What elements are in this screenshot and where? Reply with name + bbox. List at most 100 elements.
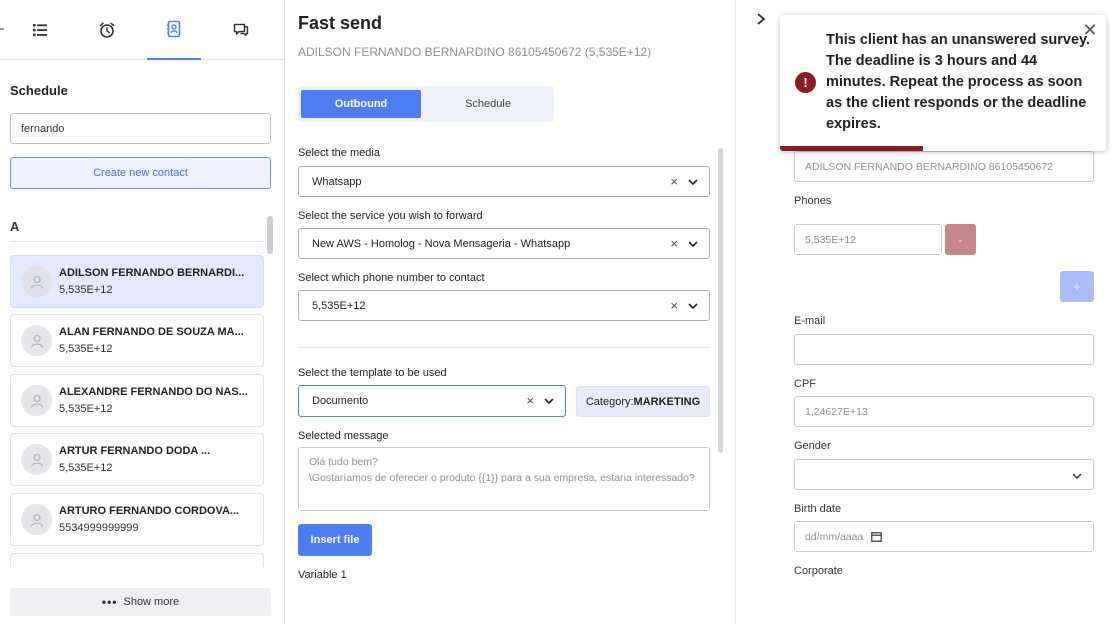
service-value: New AWS - Homolog - Nova Mensageria - Wh…: [312, 238, 571, 250]
template-label: Select the template to be used: [298, 367, 447, 379]
fast-send-panel: Fast send ADILSON FERNANDO BERNARDINO 86…: [286, 0, 736, 624]
nav-chat-button[interactable]: [214, 0, 268, 60]
contact-name: ADILSON FERNANDO BERNARDI...: [59, 267, 245, 279]
calendar-icon[interactable]: [871, 531, 883, 542]
template-select[interactable]: Documento ×: [298, 385, 566, 417]
media-value: Whatsapp: [312, 176, 362, 188]
birth-date-label: Birth date: [794, 503, 842, 515]
chevron-down-icon: [688, 303, 698, 310]
chevron-down-icon: [1072, 473, 1082, 480]
template-value: Documento: [312, 395, 369, 407]
clear-icon[interactable]: ×: [670, 236, 678, 251]
contact-phone: 5,535E+12: [59, 403, 113, 415]
contact-item[interactable]: ARTURO FERNANDO CORDOVA... 5534999999999: [10, 493, 264, 546]
media-select[interactable]: Whatsapp ×: [298, 166, 710, 197]
avatar: [21, 266, 52, 297]
contact-list-scrollbar[interactable]: [267, 216, 273, 254]
service-select[interactable]: New AWS - Homolog - Nova Mensageria - Wh…: [298, 228, 710, 259]
app-root: Schedule Create new contact A ADILSON FE…: [0, 0, 1114, 624]
selected-message-label: Selected message: [298, 430, 389, 442]
avatar: [21, 385, 52, 416]
contact-search-input[interactable]: [10, 113, 271, 144]
form-scrollbar[interactable]: [718, 148, 723, 453]
cpf-label: CPF: [794, 378, 816, 390]
more-dots-icon: •••: [101, 595, 118, 609]
phone-number-select[interactable]: 5,535E+12 ×: [298, 290, 710, 321]
chat-bubbles-icon: [233, 23, 249, 37]
clear-icon[interactable]: ×: [670, 298, 678, 313]
phones-label: Phones: [794, 195, 832, 207]
clear-icon[interactable]: ×: [526, 393, 534, 408]
contact-item[interactable]: ALEXANDRE FERNANDO DO NAS... 5,535E+12: [10, 374, 264, 427]
email-label: E-mail: [794, 315, 826, 327]
avatar: [21, 444, 52, 475]
contact-item[interactable]: ALAN FERNANDO DE SOUZA MA... 5,535E+12: [10, 314, 264, 367]
top-navigation: [0, 0, 284, 60]
category-prefix: Category:: [585, 395, 634, 408]
user-icon: [30, 334, 43, 348]
survey-alert-toast: ! This client has an unanswered survey. …: [780, 15, 1106, 151]
user-icon: [30, 394, 43, 408]
contact-name: ALAN FERNANDO DE SOUZA MA...: [59, 326, 244, 338]
insert-file-button[interactable]: Insert file: [298, 524, 372, 556]
chevron-down-icon: [544, 398, 554, 405]
phone-number-label: Select which phone number to contact: [298, 272, 485, 284]
send-mode-tabs: Outbound Schedule: [298, 86, 554, 122]
phone-number-value: 5,535E+12: [312, 300, 366, 312]
service-label: Select the service you wish to forward: [298, 210, 483, 222]
contact-phone: 5,535E+12: [59, 343, 113, 355]
contact-name: ARTURO FERNANDO CORDOVA...: [59, 505, 240, 517]
remove-phone-button[interactable]: -: [945, 224, 976, 255]
user-icon: [30, 453, 43, 467]
birth-date-placeholder: dd/mm/aaaa: [805, 530, 864, 543]
gender-select[interactable]: [794, 459, 1094, 490]
category-badge: Category: MARKETING: [576, 386, 710, 417]
contact-phone: 5534999999999: [59, 522, 139, 534]
tab-schedule[interactable]: Schedule: [428, 90, 548, 118]
phone-field[interactable]: [794, 224, 942, 255]
show-more-label: Show more: [123, 596, 180, 608]
alarm-clock-icon: [99, 22, 115, 38]
create-contact-button[interactable]: Create new contact: [10, 157, 271, 189]
toast-message: This client has an unanswered survey. Th…: [826, 32, 1091, 132]
schedule-title: Schedule: [10, 83, 68, 98]
contact-name-field[interactable]: [794, 151, 1094, 182]
section-letter: A: [10, 219, 20, 234]
contact-name: ALEXANDRE FERNANDO DO NAS...: [59, 386, 248, 398]
user-icon: [30, 513, 43, 527]
category-value: MARKETING: [633, 395, 701, 408]
nav-contacts-button[interactable]: [147, 0, 201, 60]
chevron-down-icon: [688, 179, 698, 186]
contact-item[interactable]: ADILSON FERNANDO BERNARDI... 5,535E+12: [10, 255, 264, 308]
selected-message-textarea[interactable]: Olá tudo bem? \Gostaríamos de oferecer o…: [298, 447, 710, 511]
gender-label: Gender: [794, 440, 831, 452]
contact-name: ARTUR FERNANDO DODA ...: [59, 445, 211, 457]
section-divider: [298, 347, 710, 348]
show-more-button[interactable]: ••• Show more: [10, 588, 271, 616]
birth-date-field[interactable]: dd/mm/aaaa: [794, 521, 1094, 552]
contact-book-icon: [167, 20, 181, 38]
contact-item-partial[interactable]: [10, 553, 264, 567]
toast-progress-bar: [780, 146, 924, 151]
section-divider: [10, 241, 264, 242]
email-field[interactable]: [794, 334, 1094, 365]
add-phone-button[interactable]: +: [1060, 271, 1094, 302]
nav-list-button[interactable]: [13, 0, 67, 60]
contact-item[interactable]: ARTUR FERNANDO DODA ... 5,535E+12: [10, 433, 264, 486]
alert-icon: !: [795, 72, 816, 93]
user-icon: [30, 275, 43, 289]
contact-phone: 5,535E+12: [59, 462, 113, 474]
corporate-label: Corporate: [794, 565, 843, 577]
page-title: Fast send: [298, 13, 383, 33]
avatar: [21, 504, 52, 535]
tab-outbound[interactable]: Outbound: [301, 90, 421, 118]
nav-alarm-button[interactable]: [80, 0, 134, 60]
cpf-field[interactable]: [794, 396, 1094, 427]
schedule-panel: Schedule Create new contact A ADILSON FE…: [0, 0, 285, 624]
chevron-down-icon: [688, 241, 698, 248]
recipient-subtitle: ADILSON FERNANDO BERNARDINO 86105450672 …: [298, 45, 652, 59]
contact-phone: 5,535E+12: [59, 284, 113, 296]
close-icon[interactable]: ✕: [1081, 21, 1099, 39]
clear-icon[interactable]: ×: [670, 174, 678, 189]
chevron-right-icon[interactable]: [754, 12, 768, 26]
